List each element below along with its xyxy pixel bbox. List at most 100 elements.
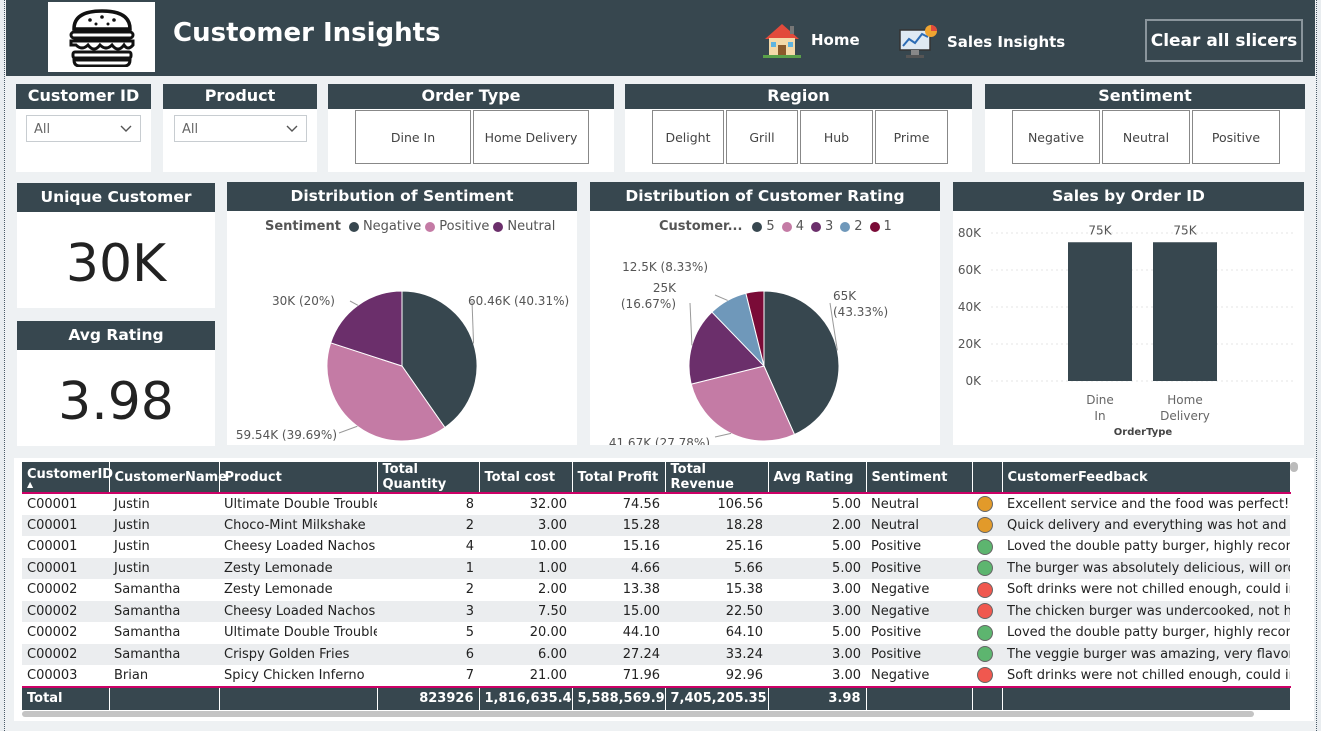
column-header[interactable]: Sentiment: [866, 462, 973, 494]
sentiment-indicator-cell: [972, 600, 1002, 622]
column-header[interactable]: CustomerName: [109, 462, 227, 494]
sentiment-indicator-cell: [972, 579, 1002, 601]
cost-cell: 21.00: [529, 667, 567, 683]
horizontal-scrollbar[interactable]: [22, 711, 1254, 717]
rating-cell: 2.00: [768, 514, 866, 536]
profit-cell: 27.24: [572, 643, 665, 665]
table-row[interactable]: C00003 Brian Spicy Chicken Inferno 7 21.00 71…: [22, 665, 1290, 687]
sentiment-indicator-cell: [972, 536, 1002, 558]
slicer-title: Order Type: [328, 84, 614, 109]
sentiment-circle-icon: [977, 667, 993, 684]
card-title: Unique Customer: [17, 183, 215, 212]
profit-cell: 71.96: [622, 667, 660, 683]
customer-id-dropdown[interactable]: All: [26, 115, 141, 142]
table-row[interactable]: C00002 Samantha Ultimate Double Trouble 5 20…: [22, 622, 1290, 644]
product-dropdown[interactable]: All: [174, 115, 307, 142]
column-header[interactable]: Total Revenue: [665, 462, 769, 494]
sentiment-circle-icon: [977, 603, 993, 620]
sentiment-cell: Neutral: [866, 514, 972, 536]
region-tile-delight[interactable]: Delight: [652, 110, 724, 164]
product-cell: Zesty Lemonade: [224, 582, 333, 598]
profit-cell: 44.10: [622, 625, 660, 641]
profit-cell: 4.66: [572, 557, 665, 579]
y-tick-label: 20K: [958, 337, 982, 351]
quantity-cell: 4: [465, 539, 474, 555]
column-header[interactable]: Total Profit: [572, 462, 666, 494]
customer-id-cell: C00002: [27, 582, 78, 598]
product-cell: Zesty Lemonade: [219, 557, 377, 579]
rating-cell: 3.00: [832, 667, 861, 683]
feedback-cell: Excellent service and the food was perfe…: [1007, 496, 1290, 512]
cost-cell: 10.00: [529, 539, 567, 555]
table-row[interactable]: C00002 Samantha Zesty Lemonade 2 2.00 13.38 15…: [22, 579, 1290, 601]
sentiment-circle-icon: [977, 517, 993, 534]
cost-cell: 1.00: [479, 557, 572, 579]
column-header[interactable]: Total Quantity: [377, 462, 480, 494]
revenue-cell: 33.24: [665, 643, 768, 665]
nav-sales-insights-button[interactable]: Sales Insights: [898, 24, 1065, 60]
slicer-title: Sentiment: [985, 84, 1305, 109]
y-tick-label: 80K: [958, 226, 982, 240]
clear-all-slicers-button[interactable]: Clear all slicers: [1145, 19, 1303, 62]
vertical-scrollbar[interactable]: [1290, 462, 1298, 472]
revenue-cell: 64.10: [725, 625, 763, 641]
product-cell: Ultimate Double Trouble: [224, 625, 377, 641]
nav-home-label: Home: [811, 31, 860, 49]
customer-name-cell: Samantha: [109, 600, 219, 622]
table-row[interactable]: C00001 Justin Choco-Mint Milkshake 2 3.00 15.…: [22, 514, 1290, 536]
product-cell: Spicy Chicken Inferno: [224, 667, 365, 683]
sentiment-indicator-cell: [972, 643, 1002, 665]
region-tile-hub[interactable]: Hub: [800, 110, 873, 164]
sentiment-cell: Positive: [871, 539, 922, 555]
sentiment-tile-negative[interactable]: Negative: [1012, 110, 1100, 164]
page-title: Customer Insights: [173, 18, 441, 48]
product-cell: Cheesy Loaded Nachos: [224, 539, 376, 555]
y-tick-label: 40K: [958, 300, 982, 314]
leader-line: [349, 300, 359, 306]
table-row[interactable]: C00002 Samantha Cheesy Loaded Nachos 3 7.50 1…: [22, 600, 1290, 622]
sentiment-circle-icon: [977, 538, 993, 555]
customer-name-cell: Samantha: [114, 625, 181, 641]
bar-data-label: 75K: [1173, 223, 1197, 237]
chart-title: Distribution of Sentiment: [227, 182, 577, 211]
table-row[interactable]: C00002 Samantha Crispy Golden Fries 6 6.00 27…: [22, 643, 1290, 665]
column-header[interactable]: CustomerFeedback: [1002, 462, 1291, 494]
quantity-cell: 6: [377, 643, 479, 665]
table-row[interactable]: C00001 Justin Zesty Lemonade 1 1.00 4.66 5.66 5…: [22, 557, 1290, 579]
column-header[interactable]: Product: [219, 462, 378, 494]
total-rating: 3.98: [768, 685, 867, 710]
customer-name-cell: Justin: [109, 514, 219, 536]
data-label: 41.67K (27.78%): [609, 436, 710, 445]
data-label: 60.46K (40.31%): [468, 294, 569, 308]
customer-table: CustomerID ▲ CustomerName Product Total Q…: [22, 462, 1291, 710]
order-type-tile-dine-in[interactable]: Dine In: [355, 110, 471, 164]
bar-data-label: 75K: [1088, 223, 1112, 237]
customer-rating-distribution-chart: Distribution of Customer Rating Customer…: [590, 182, 940, 445]
column-header[interactable]: Total cost: [479, 462, 573, 494]
bar-Home Delivery[interactable]: [1153, 242, 1217, 381]
column-header[interactable]: CustomerID ▲: [22, 462, 113, 494]
data-label: 65K: [833, 289, 857, 303]
sentiment-circle-icon: [977, 496, 993, 513]
cost-cell: 32.00: [529, 496, 567, 512]
total-label: Total: [22, 685, 110, 710]
nav-sales-label: Sales Insights: [947, 33, 1066, 51]
region-tile-prime[interactable]: Prime: [875, 110, 948, 164]
sentiment-indicator-cell: [972, 514, 1002, 536]
quantity-cell: 3: [377, 600, 479, 622]
sentiment-tile-neutral[interactable]: Neutral: [1102, 110, 1190, 164]
customer-id-cell: C00003: [27, 667, 78, 683]
nav-home-button[interactable]: Home: [763, 22, 860, 58]
bar-Dine In[interactable]: [1068, 242, 1132, 381]
column-header[interactable]: Avg Rating: [768, 462, 867, 494]
unique-customer-card: Unique Customer 30K: [17, 183, 215, 308]
table-row[interactable]: C00001 Justin Ultimate Double Trouble 8 32.0…: [22, 493, 1290, 515]
region-tile-grill[interactable]: Grill: [726, 110, 798, 164]
feedback-cell: Soft drinks were not chilled enough, cou…: [1007, 582, 1290, 598]
customer-name-cell: Samantha: [114, 582, 181, 598]
table-row[interactable]: C00001 Justin Cheesy Loaded Nachos 4 10.00 15…: [22, 536, 1290, 558]
quantity-cell: 2: [465, 582, 474, 598]
feedback-cell: Loved the double patty burger, highly re…: [1007, 539, 1290, 555]
order-type-tile-home-delivery[interactable]: Home Delivery: [473, 110, 589, 164]
sentiment-tile-positive[interactable]: Positive: [1192, 110, 1280, 164]
